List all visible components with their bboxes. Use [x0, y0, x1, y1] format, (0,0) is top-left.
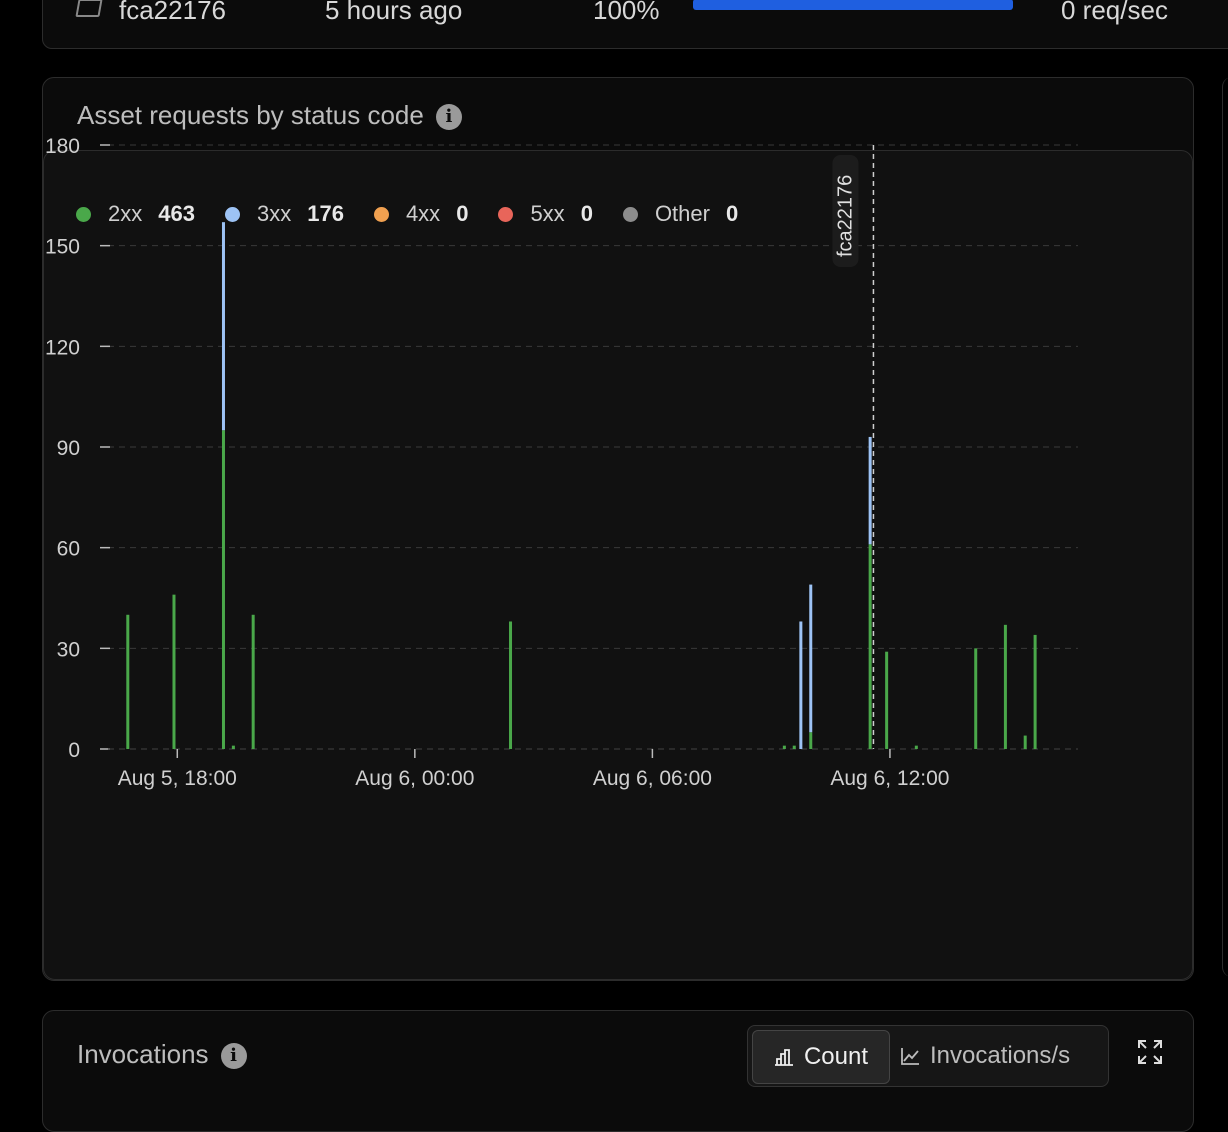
bar-2xx	[221, 430, 225, 749]
y-tick-label: 30	[57, 638, 80, 661]
expand-icon[interactable]	[1137, 1039, 1163, 1065]
bar-2xx	[792, 745, 796, 749]
line-chart-icon	[901, 1048, 919, 1065]
bar-2xx	[1003, 624, 1007, 749]
y-tick-label: 0	[68, 739, 80, 762]
count-toggle-button[interactable]: Count	[752, 1030, 890, 1084]
metric-toggle: Count Invocations/s	[747, 1025, 1109, 1087]
asset-requests-chart: 0 30 60 90 120 150 180 Aug 5, 18:00 Aug 6, 00:00…	[45, 135, 1078, 790]
rate-toggle-button[interactable]: Invocations/s	[900, 1030, 1100, 1082]
bar-2xx	[868, 544, 872, 749]
bar-2xx	[172, 594, 176, 749]
y-tick-label: 60	[57, 538, 80, 561]
bar-2xx	[509, 621, 513, 749]
bar-2xx	[809, 732, 813, 749]
x-tick-label: Aug 6, 00:00	[355, 767, 474, 790]
bar-3xx	[868, 436, 872, 545]
bar-2xx	[231, 745, 235, 749]
y-tick-label: 150	[45, 236, 80, 259]
y-tick-label: 120	[45, 336, 80, 359]
bar-2xx	[782, 745, 786, 749]
adjacent-panel-edge	[1222, 77, 1228, 977]
x-tick-label: Aug 6, 12:00	[830, 767, 949, 790]
invocations-title-text: Invocations	[77, 1039, 209, 1069]
bar-2xx	[126, 614, 130, 749]
invocations-card: Invocations i Count Invocations/s	[42, 1010, 1194, 1132]
bar-2xx	[974, 648, 978, 749]
deployment-marker-label: fca22176	[834, 175, 856, 257]
bar-3xx	[809, 584, 813, 733]
bar-2xx	[914, 745, 918, 749]
y-tick-label: 180	[45, 135, 80, 158]
y-tick-label: 90	[57, 437, 80, 460]
x-tick-label: Aug 6, 06:00	[593, 767, 712, 790]
bar-2xx	[251, 614, 255, 749]
info-icon[interactable]: i	[220, 1043, 247, 1070]
count-label: Count	[803, 1043, 869, 1070]
bar-2xx	[1023, 735, 1027, 749]
bar-2xx	[885, 651, 889, 749]
bar-3xx	[799, 621, 803, 749]
bar-chart-icon	[774, 1049, 793, 1066]
bar-3xx	[221, 222, 225, 431]
rate-label: Invocations/s	[930, 1042, 1071, 1069]
x-tick-label: Aug 5, 18:00	[118, 767, 237, 790]
bar-2xx	[1033, 634, 1037, 749]
invocations-title: Invocations i	[77, 1039, 247, 1070]
